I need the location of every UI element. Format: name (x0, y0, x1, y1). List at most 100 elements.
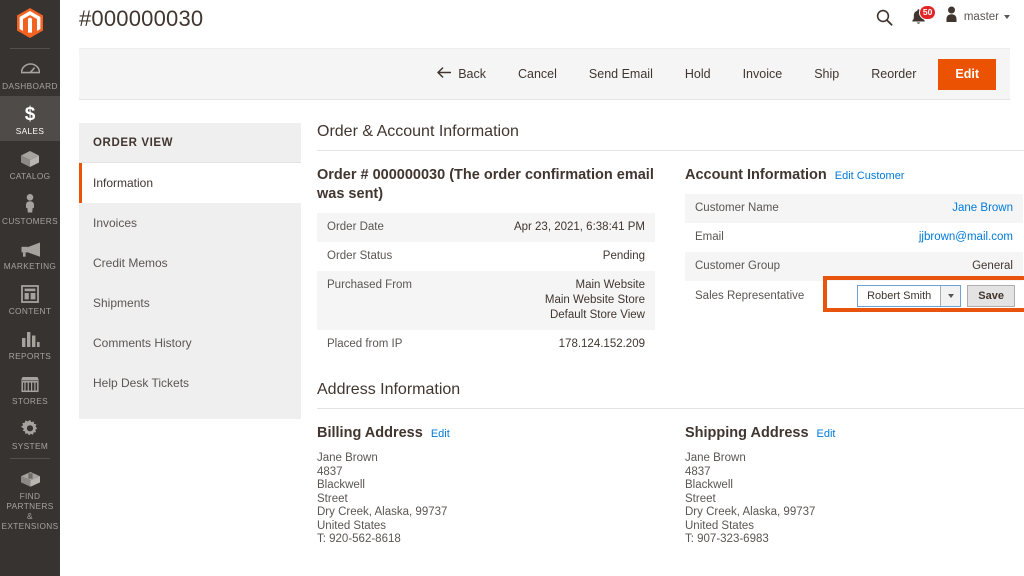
address-line: Jane Brown (317, 452, 378, 464)
table-row: Email jjbrown@mail.com (685, 223, 1023, 252)
sales-representative-selected-option: Robert Smith (867, 289, 932, 302)
sidebar-item-dashboard[interactable]: DASHBOARD (0, 51, 60, 96)
search-icon[interactable] (876, 9, 893, 26)
address-line: Dry Creek, Alaska, 99737 (317, 506, 448, 518)
sales-representative-control: Robert Smith Save (838, 285, 1015, 307)
table-row: Order Date Apr 23, 2021, 6:38:41 PM (317, 213, 655, 242)
send-email-button[interactable]: Send Email (573, 59, 669, 89)
shipping-heading-row: Shipping Address Edit (685, 424, 1023, 443)
hold-button[interactable]: Hold (669, 59, 727, 89)
table-row: Customer Name Jane Brown (685, 194, 1023, 223)
order-information-table: Order Date Apr 23, 2021, 6:38:41 PM Orde… (317, 213, 655, 359)
sidebar-item-marketing[interactable]: MARKETING (0, 231, 60, 276)
sidebar-item-label: STORES (11, 396, 49, 406)
order-information-content: Order & Account Information Order # 0000… (317, 123, 1024, 547)
arrow-left-icon (437, 59, 452, 89)
sidebar-item-reports[interactable]: REPORTS (0, 321, 60, 366)
svg-text:$: $ (25, 104, 36, 123)
order-view-item-invoices[interactable]: Invoices (79, 203, 301, 243)
order-view-item-comments-history[interactable]: Comments History (79, 323, 301, 363)
order-view-item-information[interactable]: Information (79, 163, 301, 203)
table-row: Purchased From Main Website Main Website… (317, 271, 655, 330)
order-account-section-title: Order & Account Information (317, 123, 1024, 151)
nav-divider-bottom (10, 458, 50, 459)
back-button[interactable]: Back (427, 59, 502, 89)
billing-address-heading: Billing Address (317, 425, 423, 441)
edit-customer-link[interactable]: Edit Customer (835, 170, 905, 182)
billing-heading-row: Billing Address Edit (317, 424, 655, 443)
partners-box-icon (20, 468, 41, 488)
save-button[interactable]: Save (967, 285, 1015, 307)
customer-group-value: General (828, 252, 1023, 281)
address-line: Street (685, 492, 716, 505)
ship-button[interactable]: Ship (798, 59, 855, 89)
shipping-address-heading: Shipping Address (685, 425, 809, 441)
bell-icon[interactable]: 50 (910, 5, 937, 26)
address-line: 4837 (317, 465, 343, 478)
sales-representative-select[interactable]: Robert Smith (857, 285, 962, 307)
admin-order-view-page: DASHBOARD $ SALES CATALOG CUSTOMERS MARK… (0, 0, 1024, 576)
table-row: Order Status Pending (317, 242, 655, 271)
page-header: #000000030 50 master (60, 0, 1024, 48)
dashboard-icon (20, 58, 40, 78)
billing-address-block: Jane Brown 4837 Blackwell Street Dry Cre… (317, 452, 655, 547)
invoice-button[interactable]: Invoice (727, 59, 799, 89)
cancel-button[interactable]: Cancel (502, 59, 573, 89)
placed-from-ip-value: 178.124.152.209 (455, 330, 655, 359)
sidebar-item-system[interactable]: SYSTEM (0, 411, 60, 456)
megaphone-icon (20, 238, 41, 258)
address-phone: T: 920-562-8618 (317, 533, 401, 545)
edit-billing-address-link[interactable]: Edit (431, 428, 450, 440)
address-line: United States (685, 519, 755, 532)
order-view-item-label: Credit Memos (93, 256, 168, 270)
sidebar-item-label: CUSTOMERS (1, 216, 58, 226)
sidebar-item-sales[interactable]: $ SALES (0, 96, 60, 141)
notification-count-badge: 50 (918, 5, 937, 20)
edit-shipping-address-link[interactable]: Edit (817, 428, 836, 440)
sales-representative-row: Sales Representative Robert Smith Save (685, 276, 1024, 312)
order-information-column: Order # 000000030 (The order confirmatio… (317, 166, 655, 359)
order-view-item-label: Comments History (93, 336, 192, 350)
back-button-label: Back (458, 67, 486, 81)
email-value[interactable]: jjbrown@mail.com (919, 231, 1013, 243)
account-heading-row: Account Information Edit Customer (685, 166, 1023, 185)
storefront-icon (20, 373, 40, 393)
table-row: Placed from IP 178.124.152.209 (317, 330, 655, 359)
sidebar-item-content[interactable]: CONTENT (0, 276, 60, 321)
address-line: United States (317, 519, 387, 532)
sidebar-item-label: REPORTS (8, 351, 52, 361)
sidebar-item-customers[interactable]: CUSTOMERS (0, 186, 60, 231)
customer-name-value[interactable]: Jane Brown (952, 202, 1013, 214)
order-status-value: Pending (455, 242, 655, 271)
reorder-button[interactable]: Reorder (855, 59, 932, 89)
order-date-value: Apr 23, 2021, 6:38:41 PM (455, 213, 655, 242)
sidebar-item-find-partners-extensions[interactable]: FIND PARTNERS & EXTENSIONS (0, 461, 60, 536)
address-information-section: Address Information Billing Address Edit… (317, 381, 1024, 547)
order-view-item-help-desk-tickets[interactable]: Help Desk Tickets (79, 363, 301, 403)
user-menu[interactable]: master (944, 6, 1010, 28)
address-phone: T: 907-323-6983 (685, 533, 769, 545)
page-actions-toolbar: Back Cancel Send Email Hold Invoice Ship… (79, 48, 1010, 100)
address-line: Jane Brown (685, 452, 746, 464)
sidebar-item-label: CATALOG (9, 171, 51, 181)
order-view-item-shipments[interactable]: Shipments (79, 283, 301, 323)
main-sidebar-nav: DASHBOARD $ SALES CATALOG CUSTOMERS MARK… (0, 0, 60, 576)
address-line: Street (317, 492, 348, 505)
order-view-item-credit-memos[interactable]: Credit Memos (79, 243, 301, 283)
edit-button[interactable]: Edit (938, 58, 996, 90)
sidebar-item-catalog[interactable]: CATALOG (0, 141, 60, 186)
shipping-address-column: Shipping Address Edit Jane Brown 4837 Bl… (685, 424, 1023, 547)
address-section-title: Address Information (317, 381, 1024, 409)
order-view-item-label: Shipments (93, 296, 150, 310)
gear-icon (21, 418, 39, 438)
sidebar-item-label: SALES (15, 126, 45, 136)
shipping-address-block: Jane Brown 4837 Blackwell Street Dry Cre… (685, 452, 1023, 547)
dollar-icon: $ (23, 103, 37, 123)
sidebar-item-stores[interactable]: STORES (0, 366, 60, 411)
email-label: Email (685, 223, 829, 252)
address-line: 4837 (685, 465, 711, 478)
user-name-label: master (963, 11, 999, 23)
address-line: Dry Creek, Alaska, 99737 (685, 506, 816, 518)
magento-logo-icon[interactable] (0, 0, 60, 46)
box-icon (20, 148, 40, 168)
